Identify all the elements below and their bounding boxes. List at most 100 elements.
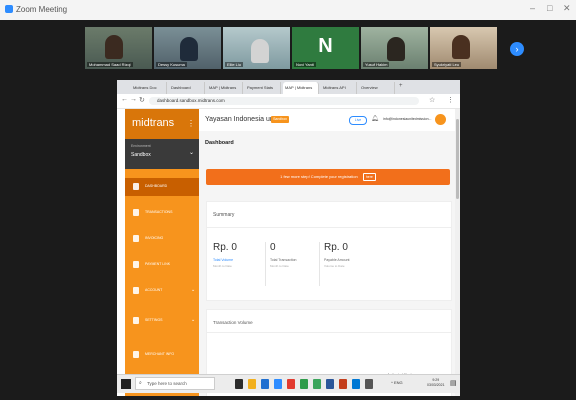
browser-tab-active[interactable]: MAP | Midtrans <box>283 82 319 94</box>
window-title: Zoom Meeting <box>16 5 68 14</box>
powerpoint-icon[interactable] <box>339 379 347 389</box>
merchant-icon <box>133 351 139 358</box>
sidebar-item-label: ACCOUNT <box>145 288 163 292</box>
file-explorer-icon[interactable] <box>248 379 256 389</box>
browser-tab[interactable]: Midtrans Doc <box>131 82 167 94</box>
excel-icon[interactable] <box>300 379 308 389</box>
stat-label: Payable Amount <box>324 258 350 262</box>
back-icon[interactable]: ← <box>121 96 128 103</box>
zoom-taskbar-icon[interactable] <box>274 379 282 389</box>
stat-total-volume: Rp. 0 Total Volume Month to Date <box>213 242 273 286</box>
account-icon <box>133 287 139 294</box>
maximize-icon[interactable]: □ <box>547 3 552 13</box>
sidebar-item-payment-link[interactable]: PAYMENT LINK <box>125 256 199 274</box>
bell-icon[interactable]: 🔔︎ <box>371 115 379 122</box>
reload-icon[interactable]: ↻ <box>139 96 145 104</box>
browser-tab[interactable]: Dashboard <box>169 82 205 94</box>
browser-tab[interactable]: MAP | Midtrans <box>207 82 243 94</box>
sidebar-item-dashboard[interactable]: DASHBOARD <box>125 178 199 196</box>
stat-value: Rp. 0 <box>324 242 348 253</box>
app-icon[interactable] <box>365 379 373 389</box>
search-icon: ⌕ <box>139 380 142 386</box>
url-field[interactable]: dashboard.sandbox.midtrans.com <box>149 97 419 105</box>
chevron-down-icon: ⌄ <box>191 287 196 293</box>
sidebar-item-transactions[interactable]: TRANSACTIONS <box>125 204 199 222</box>
sidebar-item-invoicing[interactable]: INVOICING <box>125 230 199 248</box>
outlook-icon[interactable] <box>352 379 360 389</box>
chrome-icon[interactable] <box>313 379 321 389</box>
apps-grid-icon[interactable]: ⋮ <box>187 119 195 128</box>
stat-sub: Volume to Date <box>324 264 345 268</box>
clock-date: 03/03/2021 <box>427 383 445 387</box>
participant-initial: N <box>318 35 333 57</box>
main-content: Dashboard 1 few more step! Complete your… <box>199 131 455 396</box>
browser-tab[interactable]: Midtrans API <box>321 82 357 94</box>
sidebar-item-label: PAYMENT LINK <box>145 262 171 266</box>
stat-sub: Month to Date <box>213 264 232 268</box>
address-bar: ← → ↻ dashboard.sandbox.midtrans.com ☆ ⋮ <box>117 94 460 109</box>
close-icon[interactable]: ✕ <box>563 3 571 14</box>
stat-value: 0 <box>270 242 276 253</box>
bookmark-star-icon[interactable]: ☆ <box>429 96 435 104</box>
participant-name: Novi Yanti <box>294 62 316 67</box>
browser-tabbar: Midtrans Doc Dashboard MAP | Midtrans Pa… <box>117 80 460 94</box>
participant-tile[interactable]: Ellie Liu <box>223 27 290 69</box>
sidebar-item-account[interactable]: ACCOUNT ⌄ <box>125 282 199 300</box>
system-tray[interactable]: ^ ENG <box>391 380 403 385</box>
summary-card: Summary Rp. 0 Total Volume Month to Date… <box>206 201 452 301</box>
forward-icon[interactable]: → <box>130 96 137 103</box>
invoice-icon <box>133 235 139 242</box>
sidebar-item-settings[interactable]: SETTINGS ⌄ <box>125 312 199 330</box>
environment-value: Sandbox <box>131 152 151 158</box>
sidebar-item-merchant-info[interactable]: MERCHANT INFO <box>125 346 199 364</box>
browser-menu-icon[interactable]: ⋮ <box>447 96 454 104</box>
stat-payable-amount: Rp. 0 Payable Amount Volume to Date <box>319 242 379 286</box>
stat-sub: Month to Date <box>270 264 289 268</box>
scrollbar[interactable] <box>455 109 460 396</box>
divider <box>207 227 451 228</box>
environment-selector[interactable]: Environment Sandbox ⌄ <box>125 139 199 169</box>
notification-icon[interactable]: ▤ <box>450 379 457 387</box>
zoom-logo-icon <box>5 5 13 13</box>
transaction-volume-title: Transaction Volume <box>213 320 253 325</box>
transactions-icon <box>133 209 139 216</box>
participant-name: Mohammad Saad Rizqi <box>87 62 133 67</box>
word-icon[interactable] <box>326 379 334 389</box>
windows-taskbar: ⌕ Type here to search ^ ENG 9:29 03/03/2… <box>117 374 460 393</box>
browser-tab[interactable]: Overview <box>359 82 395 94</box>
logo-text: midtrans <box>132 117 175 129</box>
participant-name: Syukriyati Leu <box>432 62 462 67</box>
task-view-icon[interactable] <box>235 379 243 389</box>
participant-tile[interactable]: N Novi Yanti <box>292 27 359 69</box>
registration-banner-text: 1 few more step! Complete your registrat… <box>280 174 358 179</box>
user-email[interactable]: info@indonesiaunitedmission... <box>383 117 432 121</box>
minimize-icon[interactable]: – <box>530 3 535 13</box>
scrollbar-thumb[interactable] <box>456 119 459 199</box>
new-tab-icon[interactable]: + <box>399 83 403 89</box>
participant-name: Yusuf Hakim <box>363 62 390 67</box>
environment-label: Environment <box>131 144 151 148</box>
stat-label[interactable]: Total Volume <box>213 258 273 262</box>
sidebar-item-label: TRANSACTIONS <box>145 210 173 214</box>
stat-total-transaction: 0 Total Transaction Month to Date <box>265 242 325 286</box>
edge-icon[interactable] <box>261 379 269 389</box>
windows-start-icon[interactable] <box>121 379 131 389</box>
participant-tile[interactable]: Syukriyati Leu <box>430 27 497 69</box>
sidebar-item-label: MERCHANT INFO <box>145 352 175 356</box>
taskbar-search-input[interactable]: ⌕ Type here to search <box>135 377 215 390</box>
taskbar-clock[interactable]: 9:29 03/03/2021 <box>427 378 445 388</box>
link-icon <box>133 261 139 268</box>
complete-registration-button[interactable]: here <box>362 173 376 181</box>
app-icon[interactable] <box>287 379 295 389</box>
participant-tile[interactable]: Dessy Kusuma <box>154 27 221 69</box>
environment-badge: Sandbox <box>271 116 289 123</box>
live-toggle[interactable]: Live <box>349 116 367 125</box>
page-title: Dashboard <box>205 140 234 146</box>
midtrans-logo[interactable]: midtrans ⋮ <box>125 109 199 139</box>
browser-tab[interactable]: Payment Stats <box>245 82 281 94</box>
avatar[interactable] <box>435 114 446 125</box>
next-page-icon[interactable]: › <box>510 42 524 56</box>
participant-tile[interactable]: Mohammad Saad Rizqi <box>85 27 152 69</box>
dashboard-icon <box>133 183 139 190</box>
participant-tile[interactable]: Yusuf Hakim <box>361 27 428 69</box>
